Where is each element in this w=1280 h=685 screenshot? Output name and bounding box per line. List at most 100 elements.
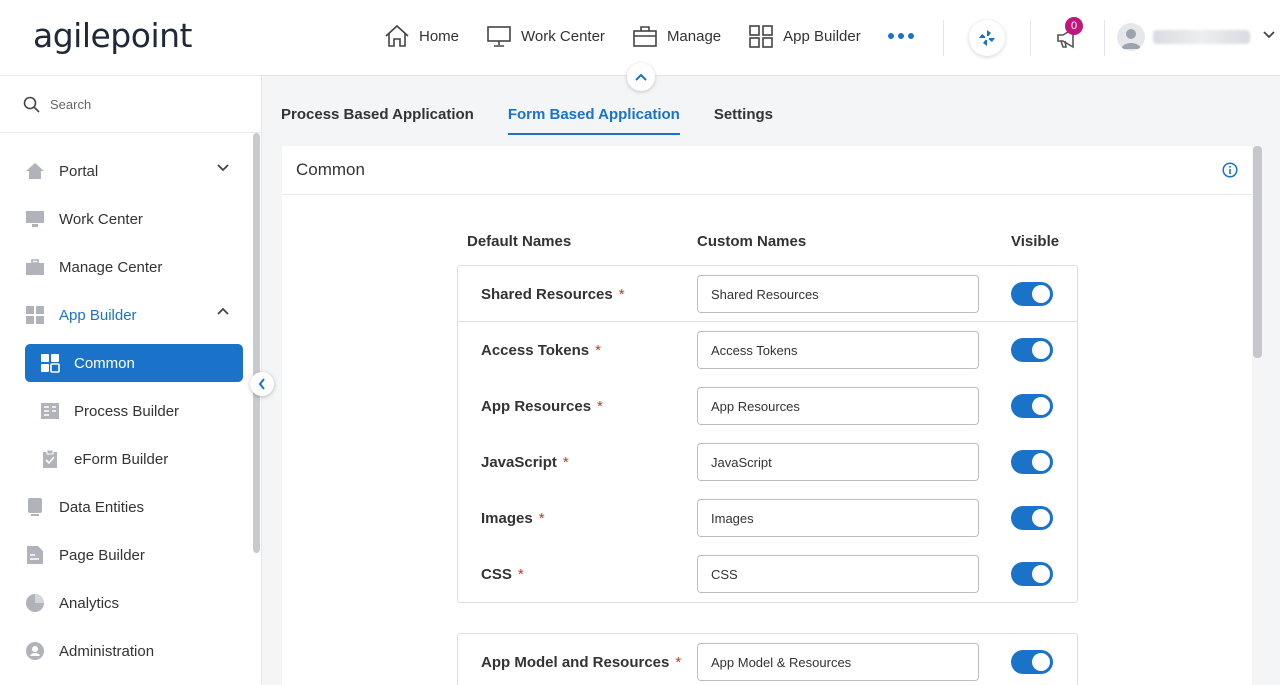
grid-icon bbox=[41, 354, 60, 373]
collapse-header-button[interactable] bbox=[627, 63, 655, 91]
sidebar-item-work-center[interactable]: Work Center bbox=[0, 195, 252, 243]
nav-home[interactable]: Home bbox=[384, 24, 459, 48]
more-menu-icon[interactable] bbox=[887, 33, 914, 39]
header-divider bbox=[943, 20, 944, 56]
admin-icon bbox=[26, 642, 44, 660]
nav-work-center[interactable]: Work Center bbox=[486, 24, 605, 48]
nav-work-center-label: Work Center bbox=[521, 27, 605, 45]
shared-resources-group: Shared Resources* Access Tokens* App Res… bbox=[457, 265, 1078, 603]
grid-icon bbox=[749, 25, 773, 48]
pie-chart-icon bbox=[26, 594, 44, 612]
default-name: CSS * bbox=[481, 566, 524, 583]
briefcase-icon bbox=[633, 26, 657, 47]
username-blurred[interactable] bbox=[1153, 30, 1250, 44]
pinwheel-icon bbox=[979, 30, 995, 46]
visible-toggle[interactable] bbox=[1011, 650, 1053, 674]
collapse-sidebar-button[interactable] bbox=[250, 372, 274, 396]
agilepoint-logo[interactable]: agilepoint bbox=[33, 16, 192, 55]
default-name: App Model and Resources * bbox=[481, 654, 682, 671]
monitor-icon bbox=[26, 211, 44, 227]
sidebar-item-label: Portal bbox=[59, 162, 99, 180]
tab-process-based-application[interactable]: Process Based Application bbox=[281, 106, 474, 135]
sidebar-nav: Portal Work Center Manage Center App Bui… bbox=[0, 147, 252, 675]
home-icon bbox=[26, 163, 44, 179]
default-name: Shared Resources * bbox=[481, 286, 625, 303]
database-icon bbox=[28, 498, 42, 516]
nav-home-label: Home bbox=[419, 27, 460, 45]
tab-form-based-application[interactable]: Form Based Application bbox=[507, 106, 680, 135]
sidebar-item-administration[interactable]: Administration bbox=[0, 627, 252, 675]
sidebar-item-label: Page Builder bbox=[59, 546, 145, 564]
common-settings-card: Common Default Names Custom Names Visibl… bbox=[282, 146, 1252, 685]
visible-toggle[interactable] bbox=[1011, 562, 1053, 586]
nav-manage[interactable]: Manage bbox=[632, 24, 721, 48]
sidebar-item-label: Work Center bbox=[59, 210, 143, 228]
search-icon bbox=[23, 96, 40, 113]
table-row: Images * bbox=[458, 490, 1077, 546]
main-nav: Home Work Center Manage App Builder bbox=[384, 24, 914, 48]
sidebar-item-analytics[interactable]: Analytics bbox=[0, 579, 252, 627]
content-scrollbar[interactable] bbox=[1253, 146, 1262, 358]
sidebar-item-eform-builder[interactable]: eForm Builder bbox=[0, 435, 252, 483]
default-name: Images * bbox=[481, 510, 545, 527]
default-name: App Resources * bbox=[481, 398, 603, 415]
table-row: JavaScript * bbox=[458, 434, 1077, 490]
visible-toggle[interactable] bbox=[1011, 394, 1053, 418]
briefcase-icon bbox=[26, 259, 44, 275]
header-divider bbox=[1030, 20, 1031, 56]
column-header-custom-names: Custom Names bbox=[697, 233, 807, 250]
sidebar-item-common[interactable]: Common bbox=[25, 344, 243, 382]
chevron-down-icon[interactable] bbox=[1262, 30, 1276, 40]
chevron-up-icon[interactable] bbox=[216, 307, 230, 316]
sidebar-item-data-entities[interactable]: Data Entities bbox=[0, 483, 252, 531]
visible-toggle[interactable] bbox=[1011, 282, 1053, 306]
sidebar-item-portal[interactable]: Portal bbox=[0, 147, 252, 195]
sidebar-item-label: App Builder bbox=[59, 306, 137, 324]
custom-name-input[interactable] bbox=[697, 643, 979, 681]
nav-app-builder-label: App Builder bbox=[783, 27, 861, 45]
avatar[interactable] bbox=[1117, 23, 1145, 51]
custom-name-input[interactable] bbox=[697, 499, 979, 537]
visible-toggle[interactable] bbox=[1011, 450, 1053, 474]
table-row: Shared Resources * bbox=[458, 266, 1077, 322]
custom-name-input[interactable] bbox=[697, 387, 979, 425]
sidebar-item-label: Analytics bbox=[59, 594, 120, 612]
sidebar-item-label: Process Builder bbox=[74, 402, 180, 420]
sidebar-item-label: Data Entities bbox=[59, 498, 145, 516]
user-icon bbox=[1121, 29, 1141, 49]
sidebar: Search Portal Work Center Manage Center … bbox=[0, 76, 262, 685]
custom-name-input[interactable] bbox=[697, 555, 979, 593]
custom-name-input[interactable] bbox=[697, 331, 979, 369]
visible-toggle[interactable] bbox=[1011, 338, 1053, 362]
sidebar-item-manage-center[interactable]: Manage Center bbox=[0, 243, 252, 291]
column-header-default-names: Default Names bbox=[467, 233, 572, 250]
chevron-up-icon bbox=[635, 73, 647, 81]
process-icon bbox=[41, 403, 59, 419]
nav-manage-label: Manage bbox=[666, 27, 722, 45]
app-model-group: App Model and Resources * bbox=[457, 633, 1078, 685]
sidebar-scrollbar[interactable] bbox=[253, 133, 260, 553]
sidebar-item-label: eForm Builder bbox=[74, 450, 169, 468]
custom-name-input[interactable] bbox=[697, 275, 979, 313]
app-type-tabs: Process Based Application Form Based App… bbox=[281, 106, 807, 135]
notification-badge: 0 bbox=[1065, 17, 1083, 35]
sidebar-item-page-builder[interactable]: Page Builder bbox=[0, 531, 252, 579]
visible-toggle[interactable] bbox=[1011, 506, 1053, 530]
tab-settings[interactable]: Settings bbox=[714, 106, 773, 135]
section-title: Common bbox=[282, 146, 1252, 195]
process-launcher-button[interactable] bbox=[969, 20, 1005, 56]
sidebar-item-label: Common bbox=[74, 354, 135, 372]
custom-name-input[interactable] bbox=[697, 443, 979, 481]
nav-app-builder[interactable]: App Builder bbox=[748, 24, 861, 48]
home-icon bbox=[385, 24, 409, 47]
search-placeholder: Search bbox=[50, 96, 92, 112]
info-icon[interactable] bbox=[1222, 162, 1238, 178]
grid-icon bbox=[26, 306, 44, 324]
sidebar-search[interactable]: Search bbox=[0, 76, 262, 133]
monitor-icon bbox=[487, 26, 511, 47]
sidebar-item-app-builder[interactable]: App Builder bbox=[0, 291, 252, 339]
table-row: App Resources * bbox=[458, 378, 1077, 434]
chevron-down-icon[interactable] bbox=[216, 163, 230, 172]
header-divider bbox=[1104, 20, 1105, 56]
sidebar-item-process-builder[interactable]: Process Builder bbox=[0, 387, 252, 435]
